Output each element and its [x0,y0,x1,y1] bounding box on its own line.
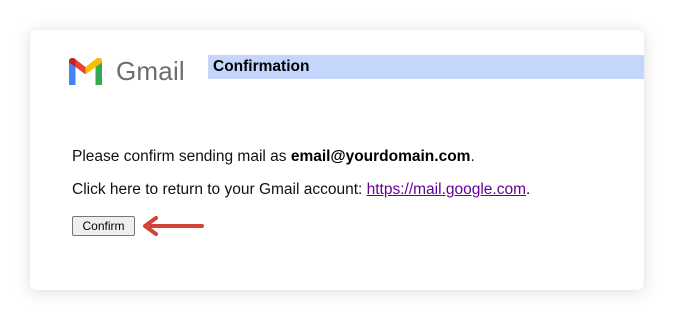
confirm-sending-message: Please confirm sending mail as email@you… [72,148,475,166]
confirm-button[interactable]: Confirm [72,216,135,236]
message-text: Please confirm sending mail as [72,148,291,165]
return-text: Click here to return to your Gmail accou… [72,181,367,198]
message-period: . [470,148,475,165]
return-period: . [526,181,531,198]
screenshot-canvas: Gmail Confirmation Please confirm sendin… [0,0,674,320]
gmail-account-link[interactable]: https://mail.google.com [367,181,526,198]
gmail-m-icon [69,58,102,85]
header-bar: Confirmation [208,55,644,79]
logo-wordmark: Gmail [116,56,185,86]
red-arrow-left-icon [143,216,204,236]
sender-email: email@yourdomain.com [290,148,471,165]
page-title: Confirmation [213,58,310,75]
confirmation-card: Gmail Confirmation Please confirm sendin… [30,30,644,290]
gmail-logo: Gmail [66,55,185,87]
return-to-gmail-message: Click here to return to your Gmail accou… [72,181,530,199]
